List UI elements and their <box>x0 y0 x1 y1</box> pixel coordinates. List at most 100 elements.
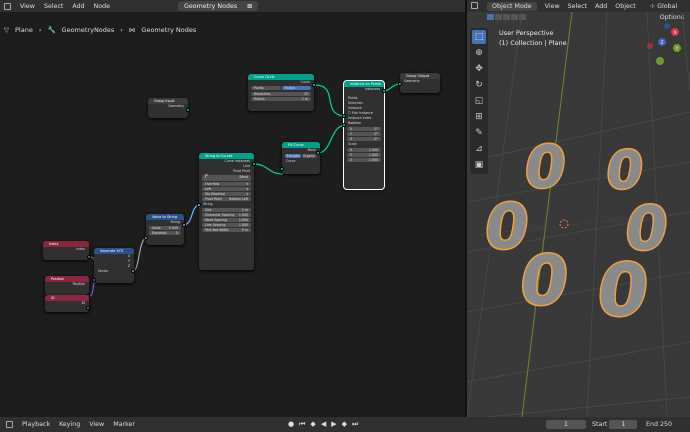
node-index[interactable]: Index Index <box>43 241 89 260</box>
start-frame-field[interactable]: Start 1 <box>592 420 638 429</box>
socket-label-vector: Vector <box>98 269 109 273</box>
decimals-field[interactable]: Decimals 0 <box>149 231 181 235</box>
current-frame-field[interactable]: 1 <box>546 420 586 429</box>
socket-string-in[interactable] <box>197 203 201 207</box>
value-field[interactable]: Value 0.000 <box>149 226 181 230</box>
menu-object[interactable]: Object <box>615 3 636 10</box>
menu-add[interactable]: Add <box>72 3 84 10</box>
mode-points-button[interactable]: Points <box>251 86 281 90</box>
jump-start-icon[interactable]: ⏮ <box>299 420 305 429</box>
mode-radius-button[interactable]: Radius <box>281 86 311 90</box>
menu-node[interactable]: Node <box>94 3 110 10</box>
menu-view[interactable]: View <box>20 3 35 10</box>
select-box-icon[interactable]: ⬚ <box>472 30 486 44</box>
mode-ngons-button[interactable]: N-gons <box>302 154 317 158</box>
end-label: End <box>646 421 658 428</box>
word-spacing-field[interactable]: Word Spacing 1.000 <box>202 218 251 222</box>
socket-curve-out[interactable] <box>312 83 316 87</box>
node-curve-circle[interactable]: Curve Circle Curve Points Radius Resolut… <box>248 74 314 111</box>
node-editor-canvas[interactable]: ▽ Plane › 🔧 GeometryNodes › ⋈ Geometry N… <box>0 12 465 417</box>
size-field[interactable]: Size 1 m <box>202 208 251 212</box>
socket-points-in[interactable] <box>342 114 346 118</box>
align-y-dropdown[interactable]: Top Baseline ▾ <box>202 192 251 196</box>
add-cube-icon[interactable]: ▣ <box>472 158 486 172</box>
rotation-x-field[interactable]: X 0° <box>347 127 381 131</box>
node-instance-on-points[interactable]: Instance on Points Instances Points Sele… <box>343 80 385 190</box>
text-box-width-field[interactable]: Text Box Width 0 m <box>202 228 251 232</box>
node-group-input[interactable]: Group Input Geometry <box>148 98 188 118</box>
menu-keying[interactable]: Keying <box>59 421 80 428</box>
object-mode-dropdown[interactable]: Object Mode <box>487 1 537 11</box>
measure-icon[interactable]: ⊿ <box>472 142 486 156</box>
resolution-field[interactable]: Resolution 32 <box>251 92 311 96</box>
node-separate-xyz[interactable]: Separate XYZ X Y Z Vector <box>94 248 134 283</box>
prev-key-icon[interactable]: ◆ <box>310 420 315 429</box>
editor-type-icon[interactable] <box>4 2 11 10</box>
scale-y-field[interactable]: Y 1.000 <box>347 153 381 157</box>
next-key-icon[interactable]: ◆ <box>342 420 347 429</box>
node-tree-selector[interactable]: Geometry Nodes ⊠ <box>178 1 259 11</box>
mode-triangles-button[interactable]: Triangles <box>285 154 302 158</box>
node-fill-curve[interactable]: Fill Curve Mesh Triangles N-gons Curve <box>282 142 320 174</box>
menu-view[interactable]: View <box>89 421 104 428</box>
radius-field[interactable]: Radius 1 m <box>251 97 311 101</box>
character-spacing-field[interactable]: Character Spacing 1.000 <box>202 213 251 217</box>
move-icon[interactable]: ✥ <box>472 62 486 76</box>
menu-select[interactable]: Select <box>568 3 587 10</box>
menu-view[interactable]: View <box>545 3 560 10</box>
end-frame-field[interactable]: End 250 <box>646 421 672 428</box>
pivot-point-dropdown[interactable]: Pivot Point Bottom Left <box>202 197 251 201</box>
node-id[interactable]: ID ID <box>45 295 89 312</box>
socket-index-out[interactable] <box>87 255 91 259</box>
playback-controls: ● ⏮ ◆ ◀ ▶ ◆ ⏭ <box>288 420 358 429</box>
orientation-icon: ⊹ <box>649 2 656 10</box>
scale-icon[interactable]: ◱ <box>472 94 486 108</box>
socket-z-out[interactable] <box>131 269 135 273</box>
socket-instances-out[interactable] <box>382 89 386 93</box>
jump-end-icon[interactable]: ⏭ <box>352 420 358 429</box>
record-icon[interactable]: ● <box>288 420 294 429</box>
socket-instance-in[interactable] <box>342 123 346 127</box>
3d-viewport[interactable]: Options Z X Y 0 0 0 0 0 0 0 0 0 0 0 0 <box>467 12 690 417</box>
overflow-dropdown[interactable]: Overflow ▾ <box>202 182 251 186</box>
menu-add[interactable]: Add <box>595 3 607 10</box>
play-icon[interactable]: ▶ <box>331 420 336 429</box>
socket-geometry-in[interactable] <box>398 82 402 86</box>
annotate-icon[interactable]: ✎ <box>472 126 486 140</box>
menu-playback[interactable]: Playback <box>22 421 50 428</box>
transform-icon[interactable]: ⊞ <box>472 110 486 124</box>
line-spacing-field[interactable]: Line Spacing 1.000 <box>202 223 251 227</box>
socket-curve-in[interactable] <box>280 167 284 171</box>
socket-label-index: Index <box>76 247 85 251</box>
socket-mesh-out[interactable] <box>316 151 320 155</box>
timeline-editor-icon[interactable] <box>6 421 13 428</box>
transform-orientation-dropdown[interactable]: ⊹ Global <box>650 3 677 10</box>
node-value-to-string[interactable]: Value to String String Value 0.000 Decima… <box>146 214 184 245</box>
node-group-output[interactable]: Group Output Geometry <box>400 73 440 93</box>
socket-vector-in[interactable] <box>92 278 96 282</box>
align-x-dropdown[interactable]: Left ▾ <box>202 187 251 191</box>
node-string-to-curves[interactable]: String to Curves Curve Instances Line Pi… <box>199 153 254 270</box>
socket-value-in[interactable] <box>144 236 148 240</box>
scale-z-field[interactable]: Z 1.000 <box>347 158 381 162</box>
cursor-icon[interactable]: ⊕ <box>472 46 486 60</box>
gizmo[interactable]: Z X Y <box>647 23 681 65</box>
viewport-editor-icon[interactable] <box>471 2 478 9</box>
pin-icon[interactable]: ⊠ <box>247 3 252 10</box>
font-selector[interactable]: F Bfont <box>202 175 251 181</box>
socket-string-out[interactable] <box>182 223 186 227</box>
socket-curve-instances-out[interactable] <box>252 162 256 166</box>
socket-id-out[interactable] <box>86 306 90 310</box>
socket-label-position: Position <box>72 282 85 286</box>
socket-geometry-out[interactable] <box>186 108 190 112</box>
play-reverse-icon[interactable]: ◀ <box>321 420 326 429</box>
rotation-z-field[interactable]: Z 0° <box>347 137 381 141</box>
node-position[interactable]: Position Position <box>45 276 89 295</box>
scale-x-field[interactable]: X 1.000 <box>347 148 381 152</box>
rotate-icon[interactable]: ↻ <box>472 78 486 92</box>
rotation-y-field[interactable]: Y 0° <box>347 132 381 136</box>
svg-text:0: 0 <box>592 249 654 333</box>
menu-marker[interactable]: Marker <box>113 421 135 428</box>
viewport-scene: Z X Y 0 0 0 0 0 0 0 0 0 0 0 0 <box>467 12 690 417</box>
menu-select[interactable]: Select <box>44 3 63 10</box>
